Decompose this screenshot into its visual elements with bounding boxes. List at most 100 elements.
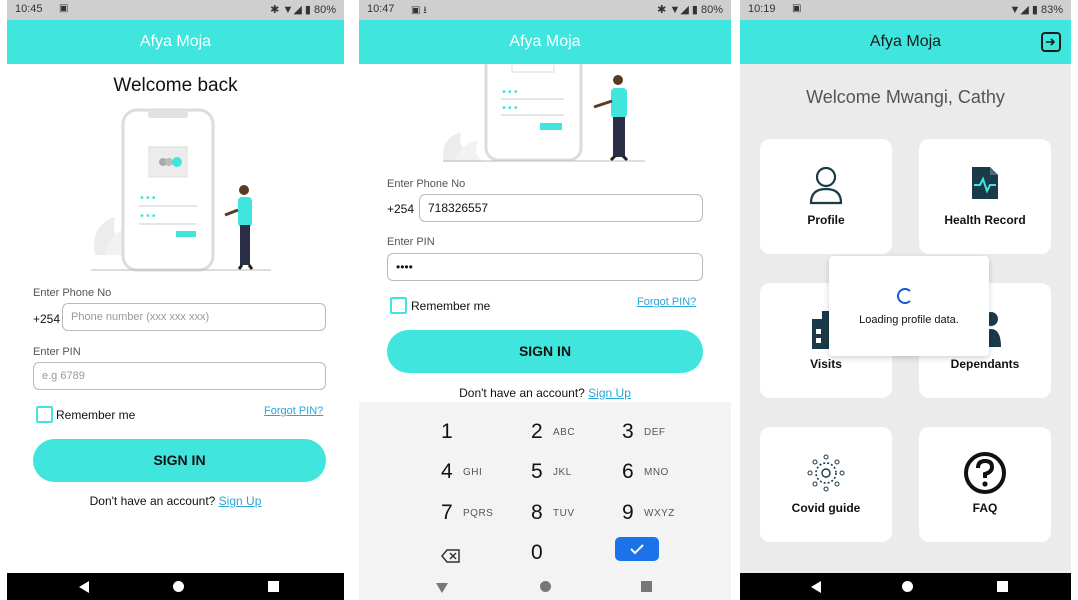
status-time: 10:45	[15, 3, 43, 15]
loading-dialog: Loading profile data.	[829, 256, 989, 356]
phone-input[interactable]: Phone number (xxx xxx xxx)	[62, 303, 326, 331]
key-6[interactable]: 6 MNO	[622, 456, 712, 490]
forgot-pin-link[interactable]: Forgot PIN?	[637, 296, 696, 308]
sign-in-label: SIGN IN	[518, 343, 572, 359]
app-bar: Afya Moja	[7, 20, 344, 64]
key-digit: 2	[531, 420, 543, 443]
country-code-prefix: +254	[33, 312, 61, 326]
remember-me-checkbox[interactable]	[390, 297, 407, 314]
key-9[interactable]: 9 WXYZ	[622, 497, 712, 531]
covid-guide-card[interactable]: Covid guide	[760, 427, 892, 542]
status-bar: 10:47 ▣ ⭳ ✱ ▼◢ ▮ 80%	[359, 0, 731, 20]
status-bar: 10:45 ▣ ✱ ▼◢ ▮ 80%	[7, 0, 344, 20]
sign-up-link[interactable]: Sign Up	[588, 386, 631, 400]
key-8[interactable]: 8 TUV	[531, 497, 621, 531]
status-indicators: ✱ ▼◢ ▮ 80%	[657, 4, 723, 16]
notification-icon: ▣	[792, 3, 802, 14]
sign-up-link[interactable]: Sign Up	[219, 494, 262, 508]
key-digit: 7	[441, 501, 453, 524]
status-indicators: ✱ ▼◢ ▮ 80%	[270, 4, 336, 16]
logout-button[interactable]	[1041, 32, 1061, 52]
health-record-card[interactable]: Health Record	[919, 139, 1051, 254]
battery-level: 80%	[700, 4, 723, 16]
key-1[interactable]: 1	[441, 416, 531, 450]
health-record-card-label: Health Record	[944, 213, 1026, 227]
dependants-card-label: Dependants	[950, 357, 1020, 371]
status-indicators: ▼◢ ▮ 83%	[1009, 4, 1063, 16]
key-letters: PQRS	[463, 508, 494, 519]
login-screen-filled: 10:47 ▣ ⭳ ✱ ▼◢ ▮ 80% Afya Moja ••• ••• E…	[359, 0, 731, 600]
app-title: Afya Moja	[139, 33, 212, 50]
profile-card-label: Profile	[807, 213, 845, 227]
remember-me-label: Remember me	[56, 408, 136, 422]
key-4[interactable]: 4 GHI	[441, 456, 531, 490]
recents-icon[interactable]	[997, 581, 1008, 592]
system-nav-bar	[7, 573, 344, 600]
hide-keyboard-icon[interactable]	[436, 583, 448, 593]
key-digit: 9	[622, 501, 634, 524]
back-icon[interactable]	[811, 581, 821, 593]
pin-label: Enter PIN	[33, 346, 81, 358]
sign-in-button[interactable]: SIGN IN	[387, 330, 703, 373]
login-illustration: ••• •••	[91, 108, 271, 272]
app-bar: Afya Moja	[359, 20, 731, 64]
home-icon[interactable]	[173, 581, 184, 592]
recents-icon[interactable]	[641, 581, 652, 592]
country-code-prefix: +254	[387, 202, 415, 216]
status-bar: 10:19 ▣ ▼◢ ▮ 83%	[740, 0, 1071, 20]
recents-icon[interactable]	[268, 581, 279, 592]
home-icon[interactable]	[540, 581, 551, 592]
pin-input[interactable]: ••••	[387, 253, 703, 281]
phone-input[interactable]: 718326557	[419, 194, 703, 222]
notification-icon: ▣	[59, 3, 69, 14]
login-illustration: ••• •••	[443, 64, 645, 162]
status-time: 10:47	[367, 3, 395, 15]
visits-card-label: Visits	[810, 357, 842, 371]
faq-card[interactable]: FAQ	[919, 427, 1051, 542]
key-letters: JKL	[553, 467, 572, 478]
key-digit: 0	[531, 541, 543, 564]
signup-prompt: Don't have an account? Sign Up	[359, 386, 731, 400]
battery-level: 80%	[313, 4, 336, 16]
help-question-icon	[964, 452, 1006, 494]
virus-icon	[807, 454, 845, 492]
key-7[interactable]: 7 PQRS	[441, 497, 531, 531]
loading-message: Loading profile data.	[859, 314, 959, 326]
key-letters: DEF	[644, 427, 666, 438]
user-icon	[809, 166, 843, 205]
dashboard-screen: 10:19 ▣ ▼◢ ▮ 83% Afya Moja Welcome Mwang…	[740, 0, 1071, 600]
phone-label: Enter Phone No	[33, 287, 112, 299]
faq-card-label: FAQ	[972, 501, 998, 515]
forgot-pin-link[interactable]: Forgot PIN?	[264, 405, 323, 417]
pin-input[interactable]: e.g 6789	[33, 362, 326, 390]
pin-label: Enter PIN	[387, 236, 435, 248]
home-icon[interactable]	[902, 581, 913, 592]
notification-icon: ▣ ⭳	[411, 5, 427, 16]
logout-icon	[1046, 38, 1056, 46]
health-record-icon	[972, 167, 998, 199]
loading-spinner-icon	[897, 288, 913, 304]
svg-text:•••: •••	[139, 211, 157, 222]
key-5[interactable]: 5 JKL	[531, 456, 621, 490]
key-2[interactable]: 2 ABC	[531, 416, 621, 450]
sign-in-label: SIGN IN	[153, 452, 206, 468]
key-digit: 1	[441, 420, 453, 443]
app-bar: Afya Moja	[740, 20, 1071, 64]
checkmark-icon	[630, 544, 644, 555]
welcome-heading: Welcome back	[113, 75, 238, 96]
backspace-icon	[441, 549, 460, 563]
remember-me-checkbox[interactable]	[36, 406, 53, 423]
done-key[interactable]	[615, 537, 659, 561]
remember-me-label: Remember me	[411, 299, 491, 313]
backspace-key[interactable]	[441, 537, 531, 571]
profile-card[interactable]: Profile	[760, 139, 892, 254]
back-icon[interactable]	[79, 581, 89, 593]
svg-text:•••: •••	[501, 87, 519, 98]
phone-label: Enter Phone No	[387, 178, 466, 190]
key-letters: TUV	[553, 508, 575, 519]
battery-level: 83%	[1040, 4, 1063, 16]
key-3[interactable]: 3 DEF	[622, 416, 712, 450]
key-0[interactable]: 0	[531, 537, 621, 571]
sign-in-button[interactable]: SIGN IN	[33, 439, 326, 482]
key-digit: 8	[531, 501, 543, 524]
